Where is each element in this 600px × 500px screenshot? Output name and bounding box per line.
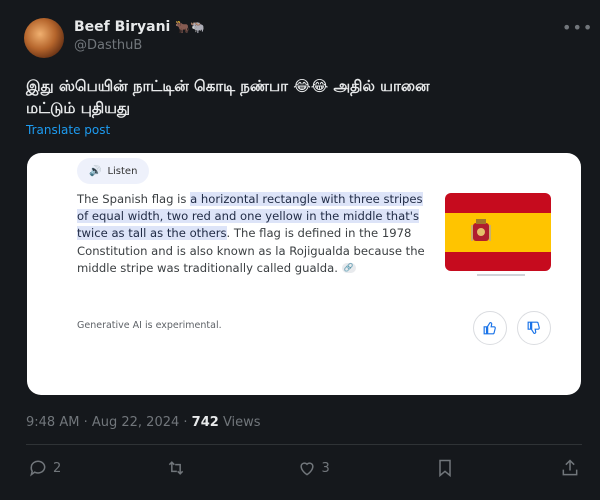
author-name-row[interactable]: Beef Biryani 🐂🐃: [74, 19, 205, 35]
link-icon[interactable]: 🔗: [341, 263, 356, 274]
tweet-text: இது ஸ்பெயின் நாட்டின் கொடி நண்பா 😂😂 அதில…: [26, 75, 586, 119]
listen-label: Listen: [107, 165, 138, 177]
tweet-date[interactable]: Aug 22, 2024: [92, 415, 179, 430]
views-label: Views: [222, 415, 261, 430]
like-button[interactable]: 3: [297, 458, 330, 478]
attached-screenshot-card[interactable]: 🔊 Listen The Spanish flag is a horizonta…: [27, 153, 581, 395]
author-name[interactable]: Beef Biryani: [74, 19, 170, 35]
repost-button[interactable]: [166, 458, 191, 478]
reply-count: 2: [53, 460, 62, 476]
tweet-meta: 9:48 AM · Aug 22, 2024 · 742 Views: [26, 415, 261, 430]
translate-post-link[interactable]: Translate post: [26, 123, 110, 137]
tweet-text-line1: இது ஸ்பெயின் நாட்டின் கொடி நண்பா 😂😂 அதில…: [26, 77, 430, 95]
like-count: 3: [321, 460, 330, 476]
ai-text-before: The Spanish flag is: [77, 192, 191, 206]
speaker-icon: 🔊: [89, 165, 102, 177]
reply-button[interactable]: 2: [28, 458, 61, 478]
more-options-icon[interactable]: •••: [562, 18, 593, 37]
action-bar: 2 3: [28, 458, 580, 478]
thumbs-down-button[interactable]: [517, 311, 551, 345]
ai-overview-text: The Spanish flag is a horizontal rectang…: [77, 191, 437, 277]
author-handle[interactable]: @DasthuB: [74, 38, 142, 53]
avatar[interactable]: [24, 18, 64, 58]
divider: [26, 444, 582, 445]
ai-disclaimer: Generative AI is experimental.: [77, 320, 222, 331]
thumbs-up-button[interactable]: [473, 311, 507, 345]
flag-caption: [477, 274, 525, 276]
share-button[interactable]: [560, 458, 580, 478]
emoji-badges: 🐂🐃: [175, 20, 206, 34]
reply-icon: [30, 460, 46, 477]
thumbs-up-icon: [483, 322, 496, 335]
share-icon: [562, 459, 578, 476]
tweet-text-line2: மட்டும் புதியது: [26, 99, 131, 117]
repost-icon: [169, 461, 184, 475]
listen-button[interactable]: 🔊 Listen: [77, 158, 150, 184]
bookmark-button[interactable]: [435, 458, 455, 478]
coat-of-arms-icon: [471, 218, 491, 241]
bookmark-icon: [439, 459, 451, 478]
heart-icon: [299, 462, 314, 476]
views-count: 742: [191, 415, 219, 430]
spain-flag-image: [445, 193, 551, 271]
thumbs-down-icon: [527, 321, 540, 334]
tweet-time[interactable]: 9:48 AM: [26, 415, 79, 430]
